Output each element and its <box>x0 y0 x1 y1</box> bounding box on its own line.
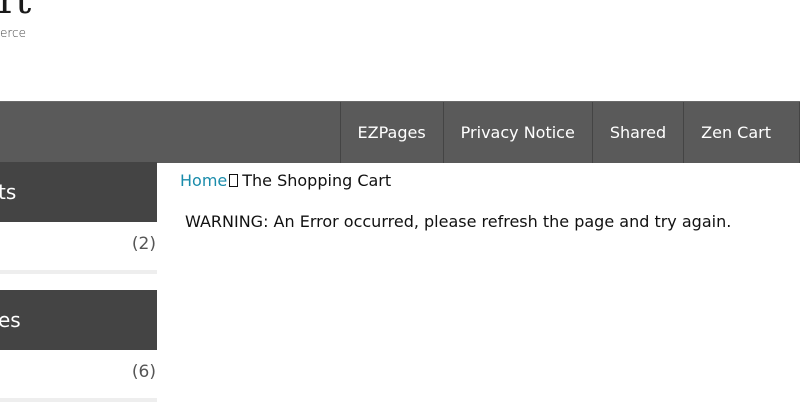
sidebar-box-1: ts (2) <box>0 162 157 274</box>
sidebar-box-item[interactable]: (2) <box>0 222 157 274</box>
breadcrumb-home-link[interactable]: Home <box>180 171 227 190</box>
sidebar-box-title: es <box>0 308 21 332</box>
sidebar-box-item[interactable]: (6) <box>0 350 157 402</box>
store-logo[interactable]: rt erce <box>0 0 60 45</box>
breadcrumb: Home The Shopping Cart <box>180 171 391 190</box>
nav-items: EZPages Privacy Notice Shared Zen Cart <box>339 102 800 163</box>
item-count: (2) <box>131 234 156 254</box>
sidebar-box-header: es <box>0 290 157 350</box>
logo-text: rt <box>0 0 31 23</box>
nav-item-zen-cart[interactable]: Zen Cart <box>683 102 800 163</box>
logo-subtext: erce <box>0 26 27 40</box>
main-nav-bar: EZPages Privacy Notice Shared Zen Cart <box>0 101 800 163</box>
item-count: (6) <box>131 362 156 382</box>
page: rt erce EZPages Privacy Notice Shared Ze… <box>0 0 800 419</box>
sidebar-box-2: es (6) <box>0 290 157 402</box>
sidebar-box-title: ts <box>0 180 17 204</box>
breadcrumb-separator-icon <box>229 174 239 187</box>
breadcrumb-current: The Shopping Cart <box>242 171 392 190</box>
nav-item-privacy-notice[interactable]: Privacy Notice <box>442 102 592 163</box>
nav-item-shared[interactable]: Shared <box>591 102 683 163</box>
sidebar-box-header: ts <box>0 162 157 222</box>
error-warning-message: WARNING: An Error occurred, please refre… <box>185 212 732 231</box>
nav-item-ezpages[interactable]: EZPages <box>339 102 443 163</box>
